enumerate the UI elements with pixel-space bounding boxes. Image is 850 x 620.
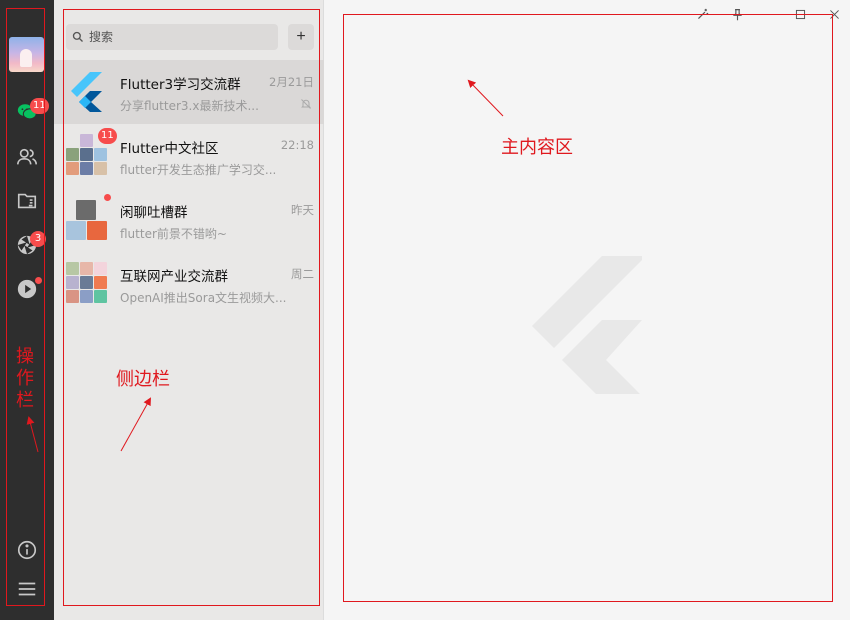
action-bar-outline bbox=[6, 8, 45, 606]
sidebar-label: 侧边栏 bbox=[116, 369, 170, 390]
action-bar-label: 操作栏 bbox=[16, 346, 34, 411]
main-label: 主内容区 bbox=[501, 137, 573, 158]
sidebar-outline bbox=[63, 9, 320, 606]
main-outline bbox=[343, 14, 833, 602]
